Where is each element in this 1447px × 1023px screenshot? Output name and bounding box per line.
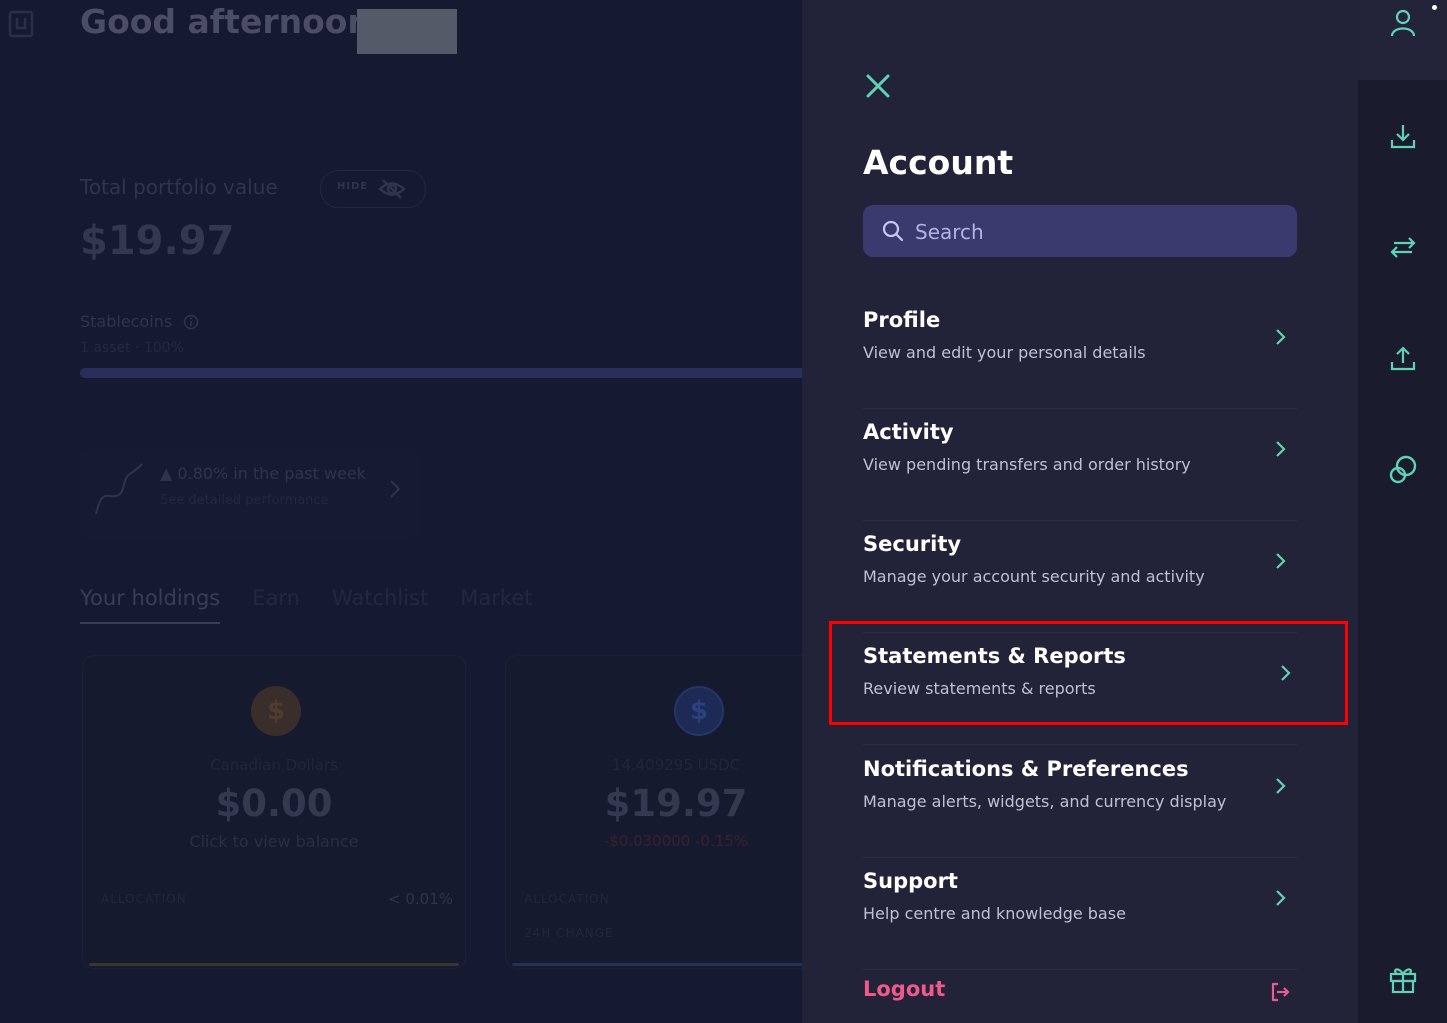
holding-card-usdc[interactable]: $ 14.409295 USDC $19.97 -$0.030000 -0.15… xyxy=(505,655,802,969)
gift-icon[interactable] xyxy=(1386,962,1420,996)
tab-your-holdings[interactable]: Your holdings xyxy=(80,586,221,624)
performance-card[interactable]: ▲ 0.80% in the past week See detailed pe… xyxy=(80,448,420,538)
chevron-right-icon xyxy=(390,480,401,498)
dashboard-background: Good afternoon, Total portfolio value HI… xyxy=(0,0,802,1023)
card-accent-line xyxy=(89,963,459,966)
chevron-right-icon xyxy=(1276,329,1286,345)
menu-item-description: Review statements & reports xyxy=(863,679,1096,698)
chevron-right-icon xyxy=(1276,441,1286,457)
hide-label: HIDE xyxy=(337,181,369,192)
holding-subtext: Click to view balance xyxy=(189,832,359,851)
tab-earn[interactable]: Earn xyxy=(252,586,300,624)
chevron-right-icon xyxy=(1281,665,1291,681)
menu-item-title: Statements & Reports xyxy=(863,644,1126,668)
menu-item-notifications-preferences[interactable]: Notifications & Preferences Manage alert… xyxy=(863,746,1297,858)
app-logo-icon xyxy=(8,10,34,38)
download-icon[interactable] xyxy=(1386,120,1420,154)
holding-name: 14.409295 USDC xyxy=(611,756,741,774)
menu-item-title: Security xyxy=(863,532,962,556)
sparkline-icon xyxy=(95,463,143,515)
loop-icon[interactable] xyxy=(1386,453,1420,487)
menu-item-profile[interactable]: Profile View and edit your personal deta… xyxy=(863,297,1297,409)
logout-button[interactable]: Logout xyxy=(863,975,1297,1015)
menu-item-support[interactable]: Support Help centre and knowledge base xyxy=(863,858,1297,970)
performance-subtitle: See detailed performance xyxy=(160,493,329,508)
account-title: Account xyxy=(863,143,1014,182)
tab-market[interactable]: Market xyxy=(460,586,532,624)
allocation-bar-fill xyxy=(80,368,802,378)
cad-coin-icon: $ xyxy=(251,686,301,736)
menu-item-description: View pending transfers and order history xyxy=(863,455,1191,474)
allocation-label: ALLOCATION xyxy=(101,892,187,906)
menu-item-description: Manage alerts, widgets, and currency dis… xyxy=(863,792,1227,811)
menu-item-title: Activity xyxy=(863,420,954,444)
search-input[interactable] xyxy=(913,205,1287,259)
menu-item-security[interactable]: Security Manage your account security an… xyxy=(863,521,1297,633)
menu-item-title: Support xyxy=(863,869,958,893)
stablecoins-subtext: 1 asset · 100% xyxy=(80,340,185,356)
info-icon[interactable] xyxy=(183,314,199,330)
right-rail xyxy=(1358,0,1447,1023)
performance-title: ▲ 0.80% in the past week xyxy=(160,464,367,483)
chevron-right-icon xyxy=(1276,890,1286,906)
holding-value: $0.00 xyxy=(215,782,333,825)
card-accent-line xyxy=(512,963,802,966)
menu-item-title: Notifications & Preferences xyxy=(863,757,1189,781)
holding-value: $19.97 xyxy=(604,782,748,825)
menu-item-description: Help centre and knowledge base xyxy=(863,904,1126,923)
allocation-bar xyxy=(80,368,802,378)
holding-name: Canadian Dollars xyxy=(210,756,338,774)
logout-label: Logout xyxy=(863,977,946,1001)
holding-card-cad[interactable]: $ Canadian Dollars $0.00 Click to view b… xyxy=(82,655,466,969)
portfolio-value: $19.97 xyxy=(80,218,235,264)
change-label: 24H CHANGE xyxy=(524,926,614,940)
greeting-text: Good afternoon, xyxy=(80,2,384,41)
menu-item-activity[interactable]: Activity View pending transfers and orde… xyxy=(863,409,1297,521)
redacted-username xyxy=(357,9,457,54)
user-icon[interactable] xyxy=(1386,6,1420,40)
eye-off-icon xyxy=(378,179,406,199)
allocation-label: ALLOCATION xyxy=(524,892,610,906)
tab-watchlist[interactable]: Watchlist xyxy=(332,586,428,624)
portfolio-label: Total portfolio value xyxy=(80,175,278,199)
upload-icon[interactable] xyxy=(1386,342,1420,376)
menu-item-description: Manage your account security and activit… xyxy=(863,567,1205,586)
menu-item-description: View and edit your personal details xyxy=(863,343,1146,362)
stablecoins-label: Stablecoins xyxy=(80,312,173,331)
holdings-tabs: Your holdings Earn Watchlist Market xyxy=(80,586,532,624)
logout-icon xyxy=(1271,982,1290,1002)
menu-item-title: Profile xyxy=(863,308,941,332)
account-drawer: Account Profile View and edit your perso… xyxy=(802,0,1358,1023)
allocation-value: < 0.01% xyxy=(388,890,453,908)
hide-balance-button[interactable]: HIDE xyxy=(320,170,426,208)
chevron-right-icon xyxy=(1276,553,1286,569)
close-icon[interactable] xyxy=(864,72,892,100)
search-icon xyxy=(882,220,904,242)
holding-change: -$0.030000 -0.15% xyxy=(603,832,749,850)
transfer-icon[interactable] xyxy=(1386,230,1420,264)
chevron-right-icon xyxy=(1276,778,1286,794)
menu-item-statements-reports[interactable]: Statements & Reports Review statements &… xyxy=(863,633,1297,745)
usdc-coin-icon: $ xyxy=(674,686,724,736)
account-search xyxy=(863,205,1297,259)
notification-dot xyxy=(1432,5,1437,10)
